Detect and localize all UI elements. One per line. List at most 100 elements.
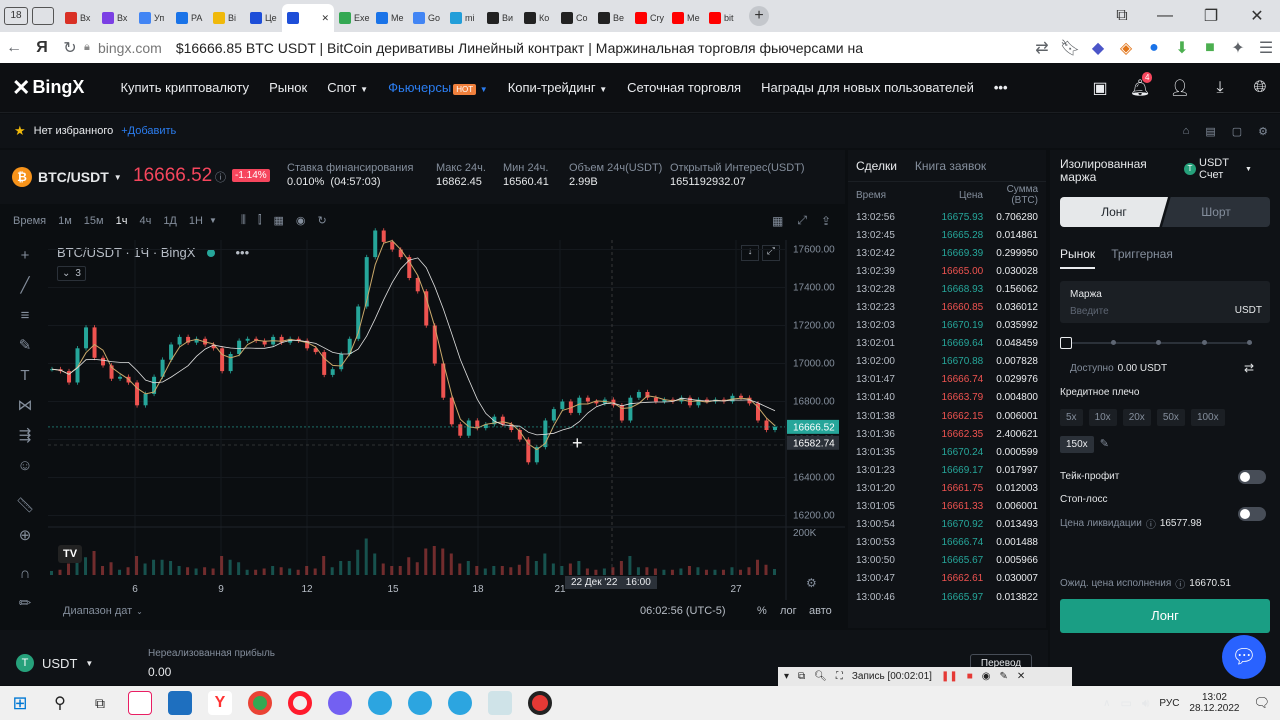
recorder-menu-icon[interactable]: ▾ bbox=[784, 671, 789, 682]
tab-market[interactable]: Рынок bbox=[1060, 247, 1096, 269]
extensions-icon[interactable]: ⧉ bbox=[1102, 7, 1142, 25]
yandex-browser-icon[interactable]: Y bbox=[208, 691, 232, 715]
take-profit-toggle[interactable] bbox=[1238, 470, 1266, 484]
telegram-icon[interactable] bbox=[368, 691, 392, 715]
close-window-button[interactable]: ✕ bbox=[1234, 6, 1280, 26]
percent-scale-toggle[interactable]: % bbox=[757, 605, 767, 617]
bingx-logo[interactable]: ✕ BingX bbox=[12, 75, 84, 101]
extension-icon-3[interactable]: ■ bbox=[1196, 39, 1224, 57]
leverage-option[interactable]: 100x bbox=[1190, 409, 1225, 426]
nav-grid-trading[interactable]: Сеточная торговля bbox=[627, 80, 741, 95]
browser-tab[interactable]: Cry bbox=[630, 5, 667, 31]
browser-tab[interactable]: bit bbox=[704, 5, 741, 31]
star-icon[interactable]: ★ bbox=[14, 123, 26, 139]
recorder-region-icon[interactable]: ⛶ bbox=[836, 671, 843, 682]
browser-tab[interactable]: Ви bbox=[482, 5, 519, 31]
url-domain[interactable]: bingx.com bbox=[98, 40, 162, 56]
globe-icon[interactable]: 🌐︎ bbox=[1240, 79, 1280, 97]
translate-icon[interactable]: ⇄ bbox=[1028, 38, 1056, 58]
recorder-close-icon[interactable]: ✕ bbox=[1017, 671, 1025, 682]
add-favorite-link[interactable]: +Добавить bbox=[121, 125, 176, 137]
volume-icon[interactable]: 🔊︎ bbox=[1142, 696, 1150, 711]
browser-tab[interactable]: Со bbox=[556, 5, 593, 31]
browser-tab[interactable]: Вх bbox=[60, 5, 97, 31]
pair-selector[interactable]: ₿ BTC/USDT ▼ bbox=[12, 167, 122, 187]
stop-loss-toggle[interactable] bbox=[1238, 507, 1266, 521]
browser-tab[interactable]: Ве bbox=[593, 5, 630, 31]
nav-spot[interactable]: Спот ▼ bbox=[327, 80, 368, 95]
nav-buy-crypto[interactable]: Купить криптовалюту bbox=[120, 80, 249, 95]
chrome-icon[interactable] bbox=[248, 691, 272, 715]
tab-list-icon[interactable] bbox=[32, 7, 54, 25]
recorder-pause-icon[interactable]: ❚❚ bbox=[941, 671, 958, 682]
network-icon[interactable]: ▭ bbox=[1120, 696, 1131, 710]
windows-start-icon[interactable]: ⊞ bbox=[0, 693, 40, 714]
nav-market[interactable]: Рынок bbox=[269, 80, 307, 95]
browser-tab[interactable]: Me bbox=[371, 5, 408, 31]
nav-rewards[interactable]: Награды для новых пользователей bbox=[761, 80, 974, 95]
info-icon[interactable]: ⓘ bbox=[215, 169, 226, 185]
layout-icon[interactable]: ▢ bbox=[1232, 125, 1242, 138]
leverage-option[interactable]: 10x bbox=[1088, 409, 1117, 426]
puzzle-icon[interactable]: ✦ bbox=[1224, 38, 1252, 58]
language-indicator[interactable]: РУС bbox=[1159, 698, 1179, 709]
app-icon[interactable] bbox=[488, 691, 512, 715]
slider-handle[interactable] bbox=[1060, 337, 1072, 349]
info-icon[interactable]: ⓘ bbox=[1175, 576, 1185, 591]
download-app-icon[interactable]: ⤓ bbox=[1200, 79, 1240, 97]
reload-icon[interactable]: ↻ bbox=[56, 38, 84, 58]
recorder-camera-icon[interactable]: ◉ bbox=[982, 671, 991, 682]
date-range-button[interactable]: Диапазон дат ⌄ bbox=[63, 605, 143, 617]
orders-icon[interactable]: ▣ bbox=[1080, 78, 1120, 98]
tab-trigger[interactable]: Триггерная bbox=[1111, 247, 1173, 269]
notifications-icon[interactable]: 🗨︎ bbox=[1253, 695, 1270, 711]
leverage-option[interactable]: 20x bbox=[1122, 409, 1151, 426]
window-badge[interactable]: 18 bbox=[4, 7, 28, 25]
opera-icon[interactable] bbox=[288, 691, 312, 715]
calculator-icon[interactable]: ▤ bbox=[1205, 125, 1215, 138]
browser-tab[interactable]: Go bbox=[408, 5, 445, 31]
tab-orderbook[interactable]: Книга заявок bbox=[915, 159, 986, 173]
short-tab-button[interactable]: Шорт bbox=[1162, 197, 1270, 227]
nav-more-button[interactable]: ••• bbox=[994, 80, 1008, 95]
minimize-button[interactable]: — bbox=[1142, 7, 1188, 25]
restore-button[interactable]: ❐ bbox=[1188, 6, 1234, 26]
new-tab-button[interactable]: + bbox=[749, 6, 769, 26]
tradingview-logo-icon[interactable]: TV bbox=[58, 545, 82, 563]
transfer-icon[interactable]: ⇄ bbox=[1244, 361, 1254, 375]
margin-mode-selector[interactable]: Изолированная маржа bbox=[1060, 158, 1170, 184]
extension-icon-2[interactable]: ● bbox=[1140, 39, 1168, 57]
tab-trades[interactable]: Сделки bbox=[856, 159, 897, 173]
browser-tab[interactable]: PA bbox=[171, 5, 208, 31]
page-title[interactable]: $16666.85 BTC USDT | BitCoin деривативы … bbox=[176, 40, 866, 56]
long-tab-button[interactable]: Лонг bbox=[1060, 197, 1168, 227]
price-chart[interactable]: 17600.00 17400.00 17200.00 17000.00 16800.00… bbox=[0, 205, 845, 628]
metamask-icon[interactable]: ◈ bbox=[1112, 38, 1140, 58]
browser-tab[interactable]: Ко bbox=[519, 5, 556, 31]
margin-slider[interactable] bbox=[1060, 337, 1252, 349]
recorder-window-icon[interactable]: ⧉ bbox=[798, 671, 805, 682]
clock[interactable]: 13:02 28.12.2022 bbox=[1189, 692, 1239, 714]
itunes-icon[interactable] bbox=[128, 691, 152, 715]
recorder-pen-icon[interactable]: ✎ bbox=[1000, 671, 1008, 682]
submit-long-button[interactable]: Лонг bbox=[1060, 599, 1270, 633]
search-icon[interactable]: ⚲ bbox=[40, 693, 80, 713]
settings-icon[interactable]: ⚙ bbox=[1258, 125, 1268, 138]
recorder-search-icon[interactable]: 🔍︎ bbox=[814, 671, 827, 682]
bookmark-icon[interactable]: 🔖︎ bbox=[1056, 38, 1084, 58]
leverage-option[interactable]: 5x bbox=[1060, 409, 1083, 426]
log-scale-toggle[interactable]: лог bbox=[780, 605, 797, 617]
browser-tab[interactable]: mi bbox=[445, 5, 482, 31]
user-icon[interactable]: 👤︎ bbox=[1160, 78, 1200, 98]
close-tab-icon[interactable]: ✕ bbox=[321, 13, 329, 24]
telegram-icon-3[interactable] bbox=[448, 691, 472, 715]
telegram-icon-2[interactable] bbox=[408, 691, 432, 715]
browser-tab[interactable]: Bi bbox=[208, 5, 245, 31]
leverage-option[interactable]: 150x bbox=[1060, 436, 1094, 453]
bell-icon[interactable]: 🔔︎ 4 bbox=[1120, 71, 1160, 98]
nav-futures[interactable]: Фьючерсы HOT ▼ bbox=[388, 80, 488, 95]
menu-icon[interactable]: ☰ bbox=[1252, 38, 1280, 58]
browser-tab[interactable]: Вх bbox=[97, 5, 134, 31]
margin-input[interactable]: Маржа Введите USDT bbox=[1060, 281, 1270, 323]
browser-tab[interactable]: Ме bbox=[667, 5, 704, 31]
